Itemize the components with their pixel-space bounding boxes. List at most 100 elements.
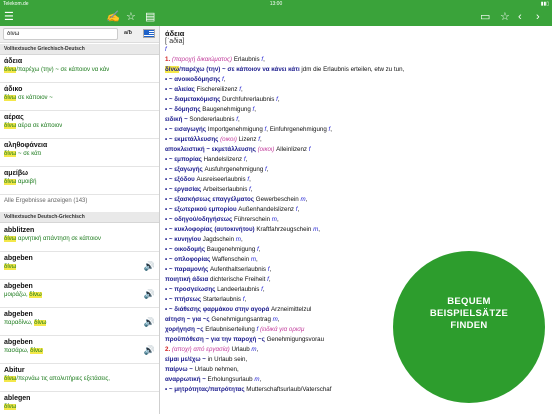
greek-phrase: • ~ διάθεσης φαρμάκου στην αγορά bbox=[165, 306, 270, 313]
result-headword: αληθοφάνεια bbox=[4, 142, 48, 149]
keyboard-icon[interactable]: ▤ bbox=[145, 11, 155, 23]
result-list-item[interactable]: άδικο δίνω σε κάποιον ~ bbox=[0, 83, 159, 111]
direction-toggle[interactable]: a/ƀ bbox=[124, 30, 132, 36]
forward-icon[interactable]: › bbox=[536, 11, 540, 23]
result-list-item[interactable]: Abitur δίνω/περνάω τις απολυτήριες εξετάσ… bbox=[0, 364, 159, 392]
app-window: Telekom.de 13:00 ▮▮▯ ☰ ✍ ☆ ▤ ▭ ☆ ‹ › a/ƀ… bbox=[0, 0, 552, 414]
entry-line: • ~ οδηγού/οδηγήσεως Führerschein m, bbox=[165, 216, 279, 224]
greek-phrase: είμαι με/έχω ~ bbox=[165, 356, 208, 363]
search-match-highlight: δίνω bbox=[165, 66, 180, 73]
greek-phrase: • ~ εξαγωγής bbox=[165, 166, 203, 173]
result-translation: μοιράζω, δίνω bbox=[4, 291, 159, 299]
entry-text: , bbox=[277, 96, 280, 103]
result-headword: abblitzen bbox=[4, 227, 35, 234]
translation-suffix: αέρα σε κάποιον bbox=[16, 123, 63, 129]
greek-phrase: • ~ προσγείωσης bbox=[165, 286, 216, 293]
result-list-item[interactable]: abgeben παραδίνω, δίνω 🔊 bbox=[0, 308, 159, 336]
greek-phrase: • ~ εργασίας bbox=[165, 186, 202, 193]
result-list-item[interactable]: abblitzen δίνω αρνητική απάντηση σε κάποι… bbox=[0, 224, 159, 252]
greek-flag-icon[interactable] bbox=[143, 29, 155, 38]
greek-phrase: • ~ εμπορίας bbox=[165, 156, 202, 163]
entry-text: , bbox=[223, 76, 226, 83]
search-match-highlight: δίνω bbox=[4, 123, 17, 129]
search-match-highlight: δίνω bbox=[4, 67, 17, 73]
menu-icon[interactable]: ☰ bbox=[4, 11, 14, 23]
show-all-results-link[interactable]: Alle Ergebnisse anzeigen (143) bbox=[4, 198, 87, 204]
entry-text: Erlaubnis bbox=[232, 56, 262, 63]
result-list-item[interactable]: abgeben πασάρω, δίνω 🔊 bbox=[0, 336, 159, 364]
result-translation: δίνω ~ σε κάτι bbox=[4, 150, 159, 158]
entry-line: χορήγηση ~ς Erlaubniserteilung f (ειδικά… bbox=[165, 326, 304, 334]
search-match-highlight: δίνω bbox=[29, 292, 42, 298]
entry-line: • ~ δόμησης Baugenehmigung f, bbox=[165, 106, 256, 114]
greek-phrase: • ~ δόμησης bbox=[165, 106, 201, 113]
sense-number: 1. bbox=[165, 56, 172, 63]
result-list-item[interactable]: άδεια δίνω/παρέχω (την) ~ σε κάποιον να κ… bbox=[0, 55, 159, 83]
entry-text: , bbox=[297, 206, 300, 213]
entry-text: , bbox=[240, 236, 243, 243]
entry-text: Genehmigungsvorau bbox=[264, 336, 325, 343]
entry-text: Erlaubniserteilung bbox=[203, 326, 257, 333]
search-match-highlight: δίνω bbox=[4, 95, 17, 101]
search-match-highlight: δίνω bbox=[34, 320, 47, 326]
translation-suffix: /περνάω τις απολυτήριες εξετάσεις, bbox=[16, 376, 110, 382]
greek-phrase: ειδική ~ bbox=[165, 116, 188, 123]
battery-icon: ▮▮▯ bbox=[540, 1, 549, 7]
result-translation: δίνω σε κάποιον ~ bbox=[4, 94, 159, 102]
entry-text: , bbox=[277, 316, 280, 323]
entry-text: , bbox=[258, 246, 261, 253]
promo-badge: BEQUEM BEISPIELSÄTZE FINDEN bbox=[393, 251, 545, 403]
entry-line: 2. (αποχή από εργασία) Urlaub m, bbox=[165, 346, 258, 354]
entry-line: • ~ ανοικοδόμησης f, bbox=[165, 76, 226, 84]
speaker-icon[interactable]: 🔊 bbox=[144, 261, 155, 272]
search-input[interactable] bbox=[3, 28, 118, 40]
result-list-item[interactable]: abgeben δίνω 🔊 bbox=[0, 252, 159, 280]
result-list-item[interactable]: αέρας δίνω αέρα σε κάποιον bbox=[0, 111, 159, 139]
greek-phrase: /παρέχω (την) ~ σε κάποιον να κάνει κάτι bbox=[179, 66, 300, 73]
result-translation: δίνω/περνάω τις απολυτήριες εξετάσεις, bbox=[4, 375, 159, 383]
entry-text: , bbox=[262, 286, 265, 293]
greek-phrase: • ~ κυνηγίου bbox=[165, 236, 202, 243]
favorite-star-icon[interactable]: ☆ bbox=[500, 11, 510, 23]
entry-text: , bbox=[249, 176, 251, 183]
greek-phrase: προϋπόθεση ~ για την παροχή ~ς bbox=[165, 336, 265, 343]
result-list-item[interactable]: abgeben μοιράζω, δίνω 🔊 bbox=[0, 280, 159, 308]
entry-text: Urlaub bbox=[229, 346, 252, 353]
entry-text: Aufenthaltserlaubnis bbox=[208, 266, 268, 273]
result-list-item[interactable]: αμείβω δίνω αμοιβή bbox=[0, 167, 159, 195]
result-list-item[interactable]: αληθοφάνεια δίνω ~ σε κάτι bbox=[0, 139, 159, 167]
speaker-icon[interactable]: 🔊 bbox=[144, 317, 155, 328]
entry-text: Fischereilizenz bbox=[194, 86, 240, 93]
section-header-german-greek: Volltextsuche Deutsch-Griechisch bbox=[0, 212, 159, 223]
entry-text: , Einfuhrgenehmigung bbox=[266, 126, 329, 133]
entry-line: ποιητική άδεια dichterische Freiheit f, bbox=[165, 276, 271, 284]
result-list-item[interactable]: ablegen δίνω bbox=[0, 392, 159, 414]
result-headword: abgeben bbox=[4, 311, 33, 318]
entry-text: dichterische Freiheit bbox=[208, 276, 268, 283]
entry-text: Sondererlaubnis bbox=[187, 116, 237, 123]
star-icon[interactable]: ☆ bbox=[126, 11, 136, 23]
inbox-icon[interactable]: ▭ bbox=[480, 11, 490, 23]
context-label: (παροχή δικαιώματος) bbox=[171, 56, 233, 63]
search-bar: a/ƀ bbox=[0, 26, 159, 43]
top-toolbar: ☰ ✍ ☆ ▤ ▭ ☆ ‹ › bbox=[0, 8, 552, 26]
handwriting-icon[interactable]: ✍ bbox=[106, 11, 120, 23]
entry-text: Erholungsurlaub bbox=[207, 376, 255, 383]
entry-text: , bbox=[240, 86, 243, 93]
entry-text: , bbox=[254, 106, 256, 113]
entry-text: Mutterschaftsurlaub/Vaterschaf bbox=[244, 386, 332, 393]
entry-text: , bbox=[259, 376, 262, 383]
entry-line: • ~ εργασίας Arbeitserlaubnis f, bbox=[165, 186, 252, 194]
translation-prefix: παραδίνω, bbox=[4, 320, 35, 326]
result-translation: πασάρω, δίνω bbox=[4, 347, 159, 355]
speaker-icon[interactable]: 🔊 bbox=[144, 289, 155, 300]
entry-text: , bbox=[237, 116, 240, 123]
greek-phrase: • ~ εξωτερικού εμπορίου bbox=[165, 206, 237, 213]
speaker-icon[interactable]: 🔊 bbox=[144, 345, 155, 356]
greek-phrase: • ~ οικοδομής bbox=[165, 246, 206, 253]
back-icon[interactable]: ‹ bbox=[518, 11, 522, 23]
entry-line: δίνω/παρέχω (την) ~ σε κάποιον να κάνει … bbox=[165, 66, 404, 74]
result-translation: δίνω αρνητική απάντηση σε κάποιον bbox=[4, 235, 159, 243]
search-match-highlight: δίνω bbox=[4, 404, 17, 410]
greek-phrase: • ~ μητρότητας/πατρότητας bbox=[165, 386, 245, 393]
